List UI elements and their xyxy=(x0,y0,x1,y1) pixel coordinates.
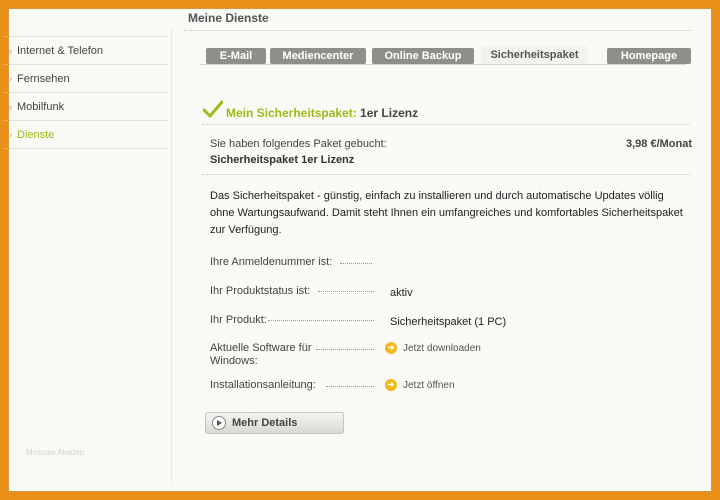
more-details-button[interactable]: Mehr Details xyxy=(205,412,344,434)
booking-divider xyxy=(202,174,690,175)
product-status-value: aktiv xyxy=(390,287,413,299)
arrow-right-circle-icon[interactable]: ➜ xyxy=(385,342,397,354)
package-description: Das Sicherheitspaket - günstig, einfach … xyxy=(210,190,683,236)
chevron-right-icon: › xyxy=(9,102,12,112)
section-title-accent: Mein Sicherheitspaket: xyxy=(226,106,357,120)
chevron-right-icon: › xyxy=(9,46,12,56)
sidebar-divider xyxy=(4,148,168,149)
section-title-rest: 1er Lizenz xyxy=(356,106,419,120)
download-software-link[interactable]: Jetzt downloaden xyxy=(403,343,481,354)
more-details-label: Mehr Details xyxy=(232,417,298,429)
open-installation-guide-link[interactable]: Jetzt öffnen xyxy=(403,380,455,391)
section-title: Mein Sicherheitspaket: 1er Lizenz xyxy=(226,106,418,120)
tab-sicherheitspaket[interactable]: Sicherheitspaket xyxy=(481,46,588,65)
package-name: Sicherheitspaket 1er Lizenz xyxy=(210,154,355,166)
sidebar-footer-text: Moscow Akadep xyxy=(26,448,85,457)
tabs-divider xyxy=(200,64,686,65)
software-label: Aktuelle Software für Windows: xyxy=(210,342,312,367)
sidebar-item-label: Mobilfunk xyxy=(17,101,65,113)
leader-line xyxy=(318,291,374,292)
tab-email[interactable]: E-Mail xyxy=(206,48,266,64)
leader-line xyxy=(340,263,372,264)
leader-line xyxy=(316,349,374,350)
header-divider xyxy=(184,30,692,31)
sidebar-item-label: Fernsehen xyxy=(17,73,70,85)
leader-line xyxy=(326,386,374,387)
sidebar-item-mobilfunk[interactable]: › Mobilfunk xyxy=(4,92,168,120)
sidebar-item-internet-telefon[interactable]: › Internet & Telefon xyxy=(4,36,168,64)
login-number-label: Ihre Anmeldenummer ist: xyxy=(210,256,333,268)
sidebar-item-label: Dienste xyxy=(17,129,55,141)
page-title: Meine Dienste xyxy=(188,11,269,25)
checkmark-icon xyxy=(203,100,223,118)
chevron-right-icon: › xyxy=(9,74,12,84)
product-status-label: Ihr Produktstatus ist: xyxy=(210,285,311,297)
section-divider xyxy=(202,124,690,125)
tab-mediencenter[interactable]: Mediencenter xyxy=(270,48,366,64)
leader-line xyxy=(268,320,374,321)
play-circle-icon xyxy=(212,416,226,430)
installation-guide-label: Installationsanleitung: xyxy=(210,379,316,391)
product-value: Sicherheitspaket (1 PC) xyxy=(390,316,507,328)
sidebar: › Internet & Telefon › Fernsehen › Mobilfun… xyxy=(0,28,172,482)
tab-homepage[interactable]: Homepage xyxy=(607,48,691,64)
sidebar-item-fernsehen[interactable]: › Fernsehen xyxy=(4,64,168,92)
product-label: Ihr Produkt: xyxy=(210,314,267,326)
sidebar-item-label: Internet & Telefon xyxy=(17,45,104,57)
package-price: 3,98 €/Monat xyxy=(626,138,693,150)
booking-intro: Sie haben folgendes Paket gebucht: xyxy=(210,138,387,150)
chevron-right-icon: › xyxy=(9,130,12,140)
tab-online-backup[interactable]: Online Backup xyxy=(372,48,474,64)
arrow-right-circle-icon[interactable]: ➜ xyxy=(385,379,397,391)
sidebar-item-dienste[interactable]: › Dienste xyxy=(4,120,168,148)
